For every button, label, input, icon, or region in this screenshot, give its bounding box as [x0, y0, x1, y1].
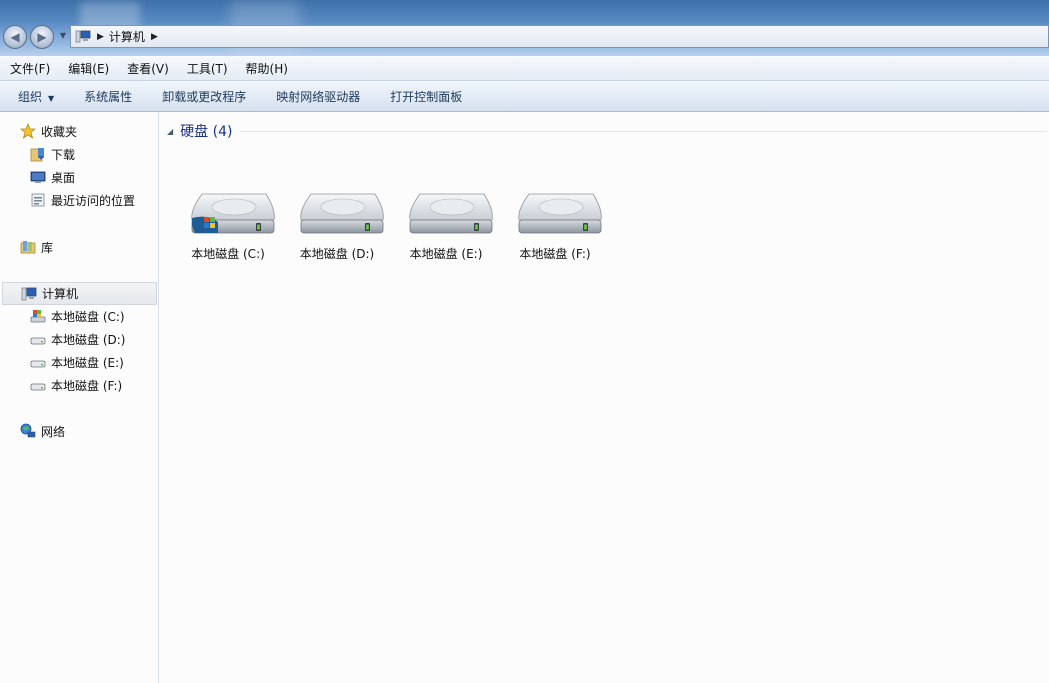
hard-drive-icon — [409, 193, 493, 234]
menu-file[interactable]: 文件(F) — [0, 60, 58, 77]
content-pane: ◢ 硬盘 (4) 本地磁盘 (C:) 本地磁盘 (D:) 本地磁盘 (E:) 本… — [159, 112, 1049, 683]
nav-drive-e-label: 本地磁盘 (E:) — [51, 355, 124, 370]
nav-recent-places[interactable]: 最近访问的位置 — [30, 189, 135, 211]
menu-edit[interactable]: 编辑(E) — [58, 60, 117, 77]
recent-places-icon — [31, 193, 45, 207]
nav-drive-f-label: 本地磁盘 (F:) — [51, 378, 123, 393]
system-drive-icon — [191, 193, 275, 234]
nav-drive-d-label: 本地磁盘 (D:) — [51, 332, 126, 347]
system-drive-icon — [30, 310, 46, 323]
downloads-folder-icon — [30, 148, 44, 162]
libraries-icon — [20, 241, 36, 254]
drive-label-f: 本地磁盘 (F:) — [519, 247, 591, 261]
nav-desktop[interactable]: 桌面 — [30, 166, 75, 188]
open-control-panel-button[interactable]: 打开控制面板 — [374, 88, 476, 105]
drive-label-e: 本地磁盘 (E:) — [409, 247, 483, 261]
uninstall-program-button[interactable]: 卸载或更改程序 — [146, 88, 260, 105]
breadcrumb-separator-icon[interactable]: ▶ — [97, 32, 104, 42]
forward-arrow-icon: ▶ — [37, 30, 47, 44]
hard-drive-icon — [300, 193, 384, 234]
breadcrumb-computer[interactable]: 计算机 — [109, 28, 145, 45]
nav-desktop-label: 桌面 — [51, 170, 76, 185]
drive-tile-c[interactable]: 本地磁盘 (C:) — [175, 184, 281, 268]
nav-computer-label: 计算机 — [42, 287, 79, 301]
hard-drive-icon — [518, 193, 602, 234]
nav-libraries-label: 库 — [41, 240, 54, 255]
back-arrow-icon: ◀ — [10, 30, 20, 44]
breadcrumb-chevron-icon[interactable]: ▶ — [151, 32, 158, 42]
group-header-hard-disks[interactable]: ◢ 硬盘 (4) — [167, 121, 1047, 141]
collapse-triangle-icon[interactable]: ◢ — [167, 127, 173, 136]
drive-label-c: 本地磁盘 (C:) — [191, 247, 265, 261]
nav-favorites[interactable]: 收藏夹 — [20, 120, 77, 142]
nav-network-label: 网络 — [41, 424, 66, 439]
nav-favorites-label: 收藏夹 — [41, 124, 78, 139]
nav-network[interactable]: 网络 — [20, 420, 65, 442]
nav-drive-e[interactable]: 本地磁盘 (E:) — [30, 351, 124, 373]
nav-drive-c-label: 本地磁盘 (C:) — [51, 309, 125, 324]
hard-drive-icon — [30, 360, 46, 368]
group-divider — [240, 130, 1047, 132]
window-titlebar: ◀ ▶ ▼ ▶ 计算机 ▶ — [0, 0, 1049, 56]
nav-downloads[interactable]: 下载 — [30, 143, 75, 165]
drive-tile-e[interactable]: 本地磁盘 (E:) — [393, 184, 499, 268]
computer-icon — [21, 287, 37, 300]
forward-button[interactable]: ▶ — [30, 25, 54, 49]
nav-drive-c[interactable]: 本地磁盘 (C:) — [30, 305, 125, 327]
chevron-down-icon: ▼ — [48, 93, 55, 103]
computer-icon — [75, 30, 91, 42]
hard-drive-icon — [30, 337, 46, 345]
organize-label: 组织 — [18, 89, 43, 104]
menu-view[interactable]: 查看(V) — [117, 60, 177, 77]
drive-label-d: 本地磁盘 (D:) — [299, 247, 375, 261]
system-properties-button[interactable]: 系统属性 — [68, 88, 146, 105]
address-bar[interactable]: ▶ 计算机 ▶ — [70, 25, 1049, 48]
recent-pages-dropdown[interactable]: ▼ — [58, 31, 68, 41]
network-icon — [20, 423, 36, 438]
map-network-drive-button[interactable]: 映射网络驱动器 — [260, 88, 374, 105]
back-button[interactable]: ◀ — [3, 25, 27, 49]
nav-drive-d[interactable]: 本地磁盘 (D:) — [30, 328, 125, 350]
nav-downloads-label: 下载 — [51, 147, 76, 162]
navigation-pane: 收藏夹 下载 桌面 最近访问的位置 库 计算机 本地磁盘 (C:) 本地磁盘 (… — [0, 112, 159, 683]
group-title: 硬盘 (4) — [180, 124, 233, 140]
drive-tile-d[interactable]: 本地磁盘 (D:) — [284, 184, 390, 268]
nav-libraries[interactable]: 库 — [20, 236, 53, 258]
nav-recent-places-label: 最近访问的位置 — [51, 193, 136, 208]
hard-drive-icon — [30, 383, 46, 391]
menu-help[interactable]: 帮助(H) — [236, 60, 296, 77]
menu-bar: 文件(F) 编辑(E) 查看(V) 工具(T) 帮助(H) — [0, 57, 1049, 81]
drive-tile-f[interactable]: 本地磁盘 (F:) — [502, 184, 608, 268]
desktop-icon — [30, 171, 46, 183]
nav-computer[interactable]: 计算机 — [2, 282, 157, 305]
organize-button[interactable]: 组织 ▼ — [0, 88, 68, 105]
nav-drive-f[interactable]: 本地磁盘 (F:) — [30, 374, 122, 396]
menu-tools[interactable]: 工具(T) — [177, 60, 236, 77]
star-icon — [20, 123, 36, 139]
command-bar: 组织 ▼ 系统属性 卸载或更改程序 映射网络驱动器 打开控制面板 — [0, 81, 1049, 112]
